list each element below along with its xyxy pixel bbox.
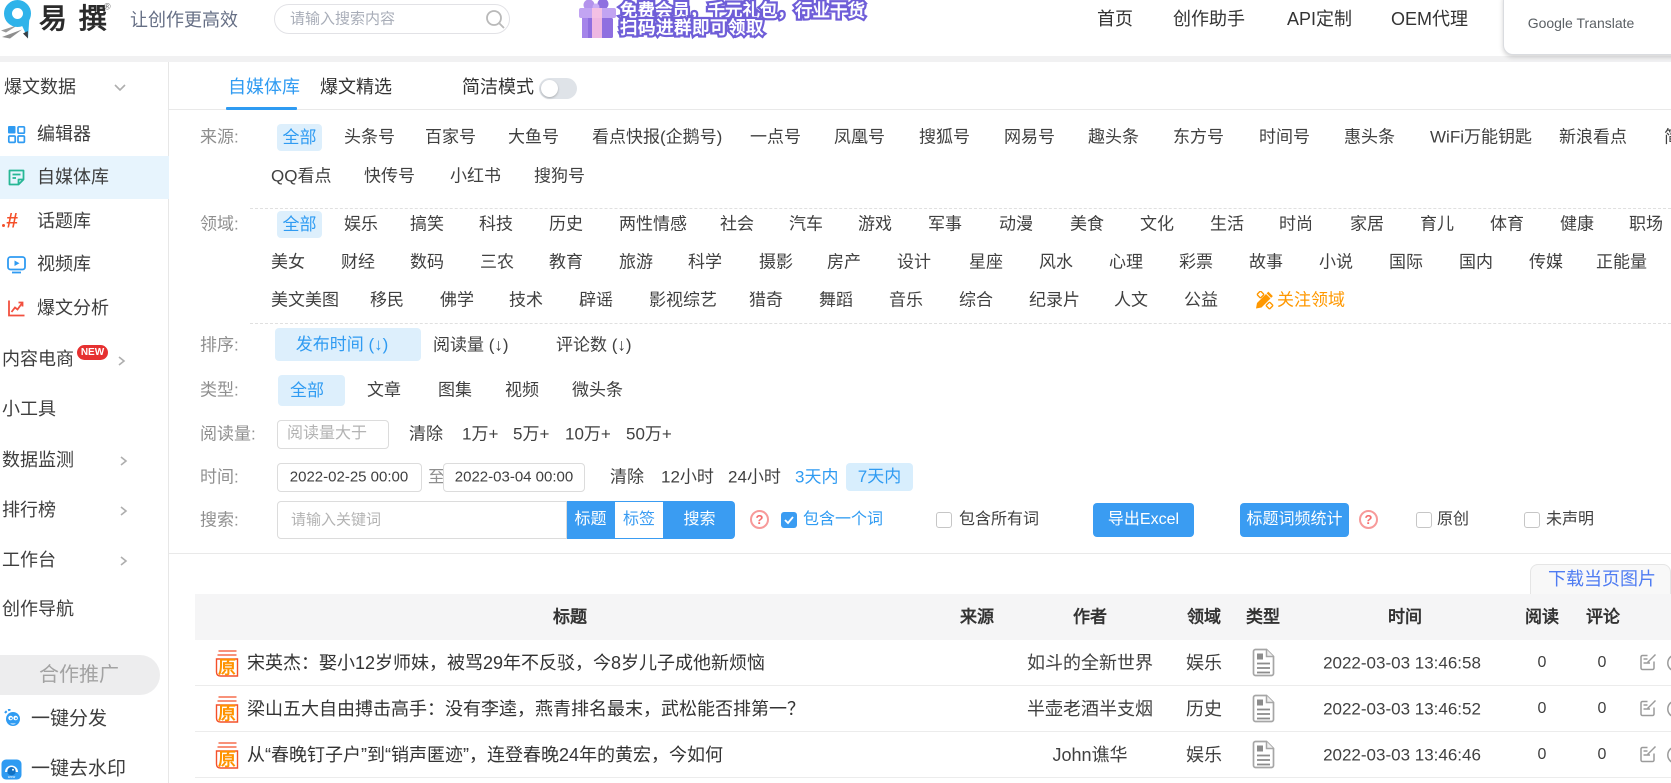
svg-text:扫码进群即可领取: 扫码进群即可领取 bbox=[620, 18, 764, 38]
svg-text:原: 原 bbox=[218, 750, 236, 770]
svg-text:原: 原 bbox=[218, 658, 236, 678]
svg-text:www: www bbox=[8, 775, 16, 779]
svg-text:原: 原 bbox=[218, 704, 236, 724]
